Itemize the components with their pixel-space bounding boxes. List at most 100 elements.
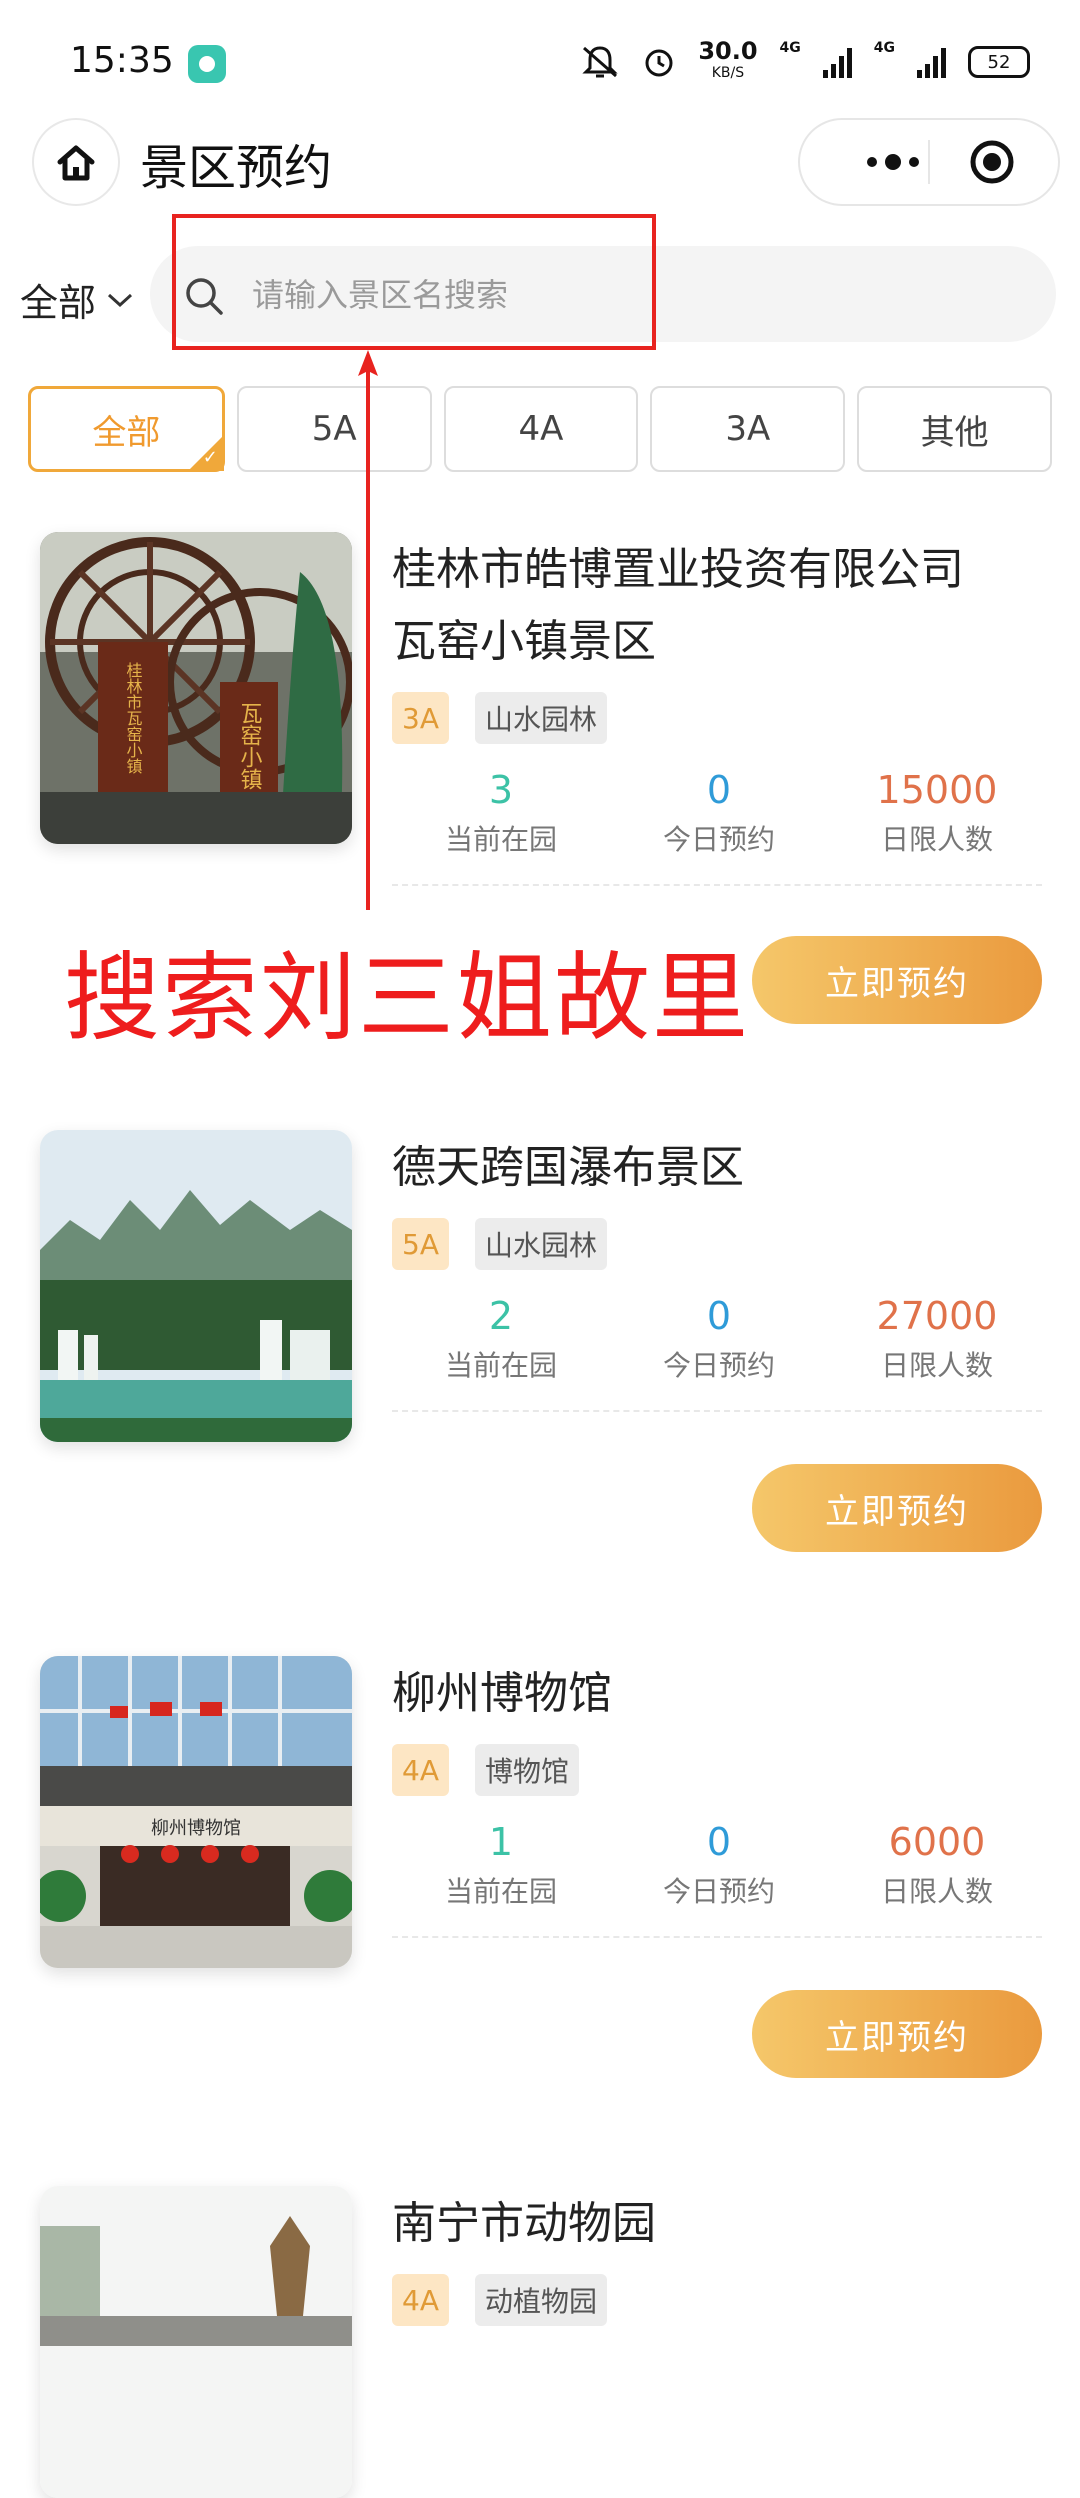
network-speed-unit: KB/S bbox=[711, 65, 745, 81]
stat-today: 0 今日预约 bbox=[610, 762, 828, 862]
status-icons: 30.0 KB/S 4G 4G 52 bbox=[580, 39, 1030, 84]
stat-label: 当前在园 bbox=[444, 1875, 557, 1908]
stat-value: 27000 bbox=[876, 1294, 998, 1338]
level-badge: 4A bbox=[392, 1744, 449, 1796]
type-badge: 动植物园 bbox=[474, 2274, 607, 2326]
stat-label: 日限人数 bbox=[880, 1875, 993, 1908]
level-badge: 5A bbox=[392, 1218, 449, 1270]
scenic-tags: 4A 动植物园 bbox=[392, 2274, 1048, 2326]
scenic-stats: 3 当前在园 0 今日预约 15000 日限人数 bbox=[392, 762, 1048, 862]
stat-value: 3 bbox=[488, 768, 514, 812]
museum-sign-text: 柳州博物馆 bbox=[151, 1818, 241, 1839]
annotation-text: 搜索刘三姐故里 bbox=[64, 942, 750, 1054]
zoo-image bbox=[40, 2186, 352, 2498]
stat-value: 0 bbox=[706, 1820, 732, 1864]
tab-all[interactable]: 全部 ✓ bbox=[28, 386, 225, 472]
scenic-stats: 1 当前在园 0 今日预约 6000 日限人数 bbox=[392, 1814, 1048, 1914]
divider bbox=[392, 884, 1042, 886]
battery-icon: 52 bbox=[968, 46, 1030, 78]
tab-other[interactable]: 其他 bbox=[857, 386, 1052, 472]
mute-bell-icon bbox=[582, 46, 618, 78]
tab-4a[interactable]: 4A bbox=[443, 386, 639, 472]
network-speed: 30.0 KB/S bbox=[698, 39, 757, 84]
scenic-thumbnail: 柳州博物馆 bbox=[40, 1656, 352, 1968]
stat-value: 1 bbox=[488, 1820, 514, 1864]
stat-in-park: 3 当前在园 bbox=[392, 762, 610, 862]
wheel-sign-text-1: 桂林市瓦窑小镇 bbox=[124, 662, 143, 774]
app-notification-icon bbox=[188, 45, 226, 83]
checkmark-icon: ✓ bbox=[202, 447, 218, 468]
stat-value: 6000 bbox=[888, 1820, 986, 1864]
tab-label: 4A bbox=[518, 409, 564, 449]
home-icon bbox=[57, 145, 95, 181]
level-badge: 3A bbox=[392, 692, 449, 744]
scenic-info: 桂林市皓博置业投资有限公司 瓦窑小镇景区 3A 山水园林 3 当前在园 0 今日预约… bbox=[392, 532, 1048, 886]
capsule-divider bbox=[928, 140, 930, 184]
category-select[interactable]: 全部 bbox=[20, 272, 134, 327]
stat-value: 0 bbox=[706, 768, 732, 812]
stat-label: 当前在园 bbox=[444, 1349, 557, 1382]
scenic-stats: 2 当前在园 0 今日预约 27000 日限人数 bbox=[392, 1288, 1048, 1388]
scenic-info: 南宁市动物园 4A 动植物园 bbox=[392, 2186, 1048, 2326]
stat-label: 今日预约 bbox=[662, 1875, 775, 1908]
scenic-info: 德天跨国瀑布景区 5A 山水园林 2 当前在园 0 今日预约 27000 日限人数 bbox=[392, 1130, 1048, 1412]
close-program-icon[interactable] bbox=[970, 140, 1014, 184]
waterwheel-image: 桂林市瓦窑小镇 瓦窑小镇 bbox=[40, 532, 352, 844]
stat-label: 当前在园 bbox=[444, 823, 557, 856]
network-type-2: 4G bbox=[873, 40, 895, 56]
annotation-arrow-icon bbox=[358, 350, 378, 910]
stat-today: 0 今日预约 bbox=[610, 1288, 828, 1388]
stat-limit: 6000 日限人数 bbox=[828, 1814, 1046, 1914]
book-now-button[interactable]: 立即预约 bbox=[752, 1990, 1042, 2078]
stat-limit: 27000 日限人数 bbox=[828, 1288, 1046, 1388]
page-title: 景区预约 bbox=[140, 140, 333, 196]
divider bbox=[392, 1410, 1042, 1412]
scenic-name: 南宁市动物园 bbox=[392, 2198, 656, 2249]
type-badge: 山水园林 bbox=[474, 692, 607, 744]
tab-5a[interactable]: 5A bbox=[236, 386, 432, 472]
tab-label: 其他 bbox=[920, 412, 989, 453]
book-now-button[interactable]: 立即预约 bbox=[752, 936, 1042, 1024]
scenic-name-line: 瓦窑小镇景区 bbox=[392, 616, 656, 667]
scenic-tags: 3A 山水园林 bbox=[392, 692, 1048, 744]
stat-in-park: 2 当前在园 bbox=[392, 1288, 610, 1388]
stat-value: 2 bbox=[488, 1294, 514, 1338]
status-bar: 15:35 30.0 KB/S 4G 4G 52 bbox=[0, 0, 1080, 130]
book-now-button[interactable]: 立即预约 bbox=[752, 1464, 1042, 1552]
stat-label: 日限人数 bbox=[880, 823, 993, 856]
scenic-thumbnail bbox=[40, 2186, 352, 2498]
tab-3a[interactable]: 3A bbox=[650, 386, 846, 472]
mini-program-capsule bbox=[798, 118, 1060, 206]
tab-label: 全部 bbox=[92, 412, 161, 453]
stat-label: 日限人数 bbox=[880, 1349, 993, 1382]
alarm-icon bbox=[645, 49, 673, 77]
type-badge: 山水园林 bbox=[474, 1218, 607, 1270]
level-badge: 4A bbox=[392, 2274, 449, 2326]
scenic-name: 德天跨国瀑布景区 bbox=[392, 1142, 744, 1193]
stat-label: 今日预约 bbox=[662, 823, 775, 856]
chevron-down-icon bbox=[108, 293, 133, 307]
stat-value: 0 bbox=[706, 1294, 732, 1338]
scenic-info: 柳州博物馆 4A 博物馆 1 当前在园 0 今日预约 6000 日限人数 bbox=[392, 1656, 1048, 1938]
scenic-name: 柳州博物馆 bbox=[392, 1668, 612, 1719]
stat-value: 15000 bbox=[876, 768, 998, 812]
divider bbox=[392, 1936, 1042, 1938]
scenic-thumbnail: 桂林市瓦窑小镇 瓦窑小镇 bbox=[40, 532, 352, 844]
waterfall-image bbox=[40, 1130, 352, 1442]
home-button[interactable] bbox=[32, 118, 120, 206]
scenic-tags: 4A 博物馆 bbox=[392, 1744, 1048, 1796]
signal-icon-1 bbox=[822, 46, 852, 78]
status-time: 15:35 bbox=[70, 40, 174, 81]
wheel-sign-text-2: 瓦窑小镇 bbox=[237, 702, 263, 790]
stat-label: 今日预约 bbox=[662, 1349, 775, 1382]
stat-in-park: 1 当前在园 bbox=[392, 1814, 610, 1914]
tab-label: 5A bbox=[311, 409, 357, 449]
network-type-1: 4G bbox=[779, 40, 801, 56]
stat-limit: 15000 日限人数 bbox=[828, 762, 1046, 862]
scenic-thumbnail bbox=[40, 1130, 352, 1442]
scenic-tags: 5A 山水园林 bbox=[392, 1218, 1048, 1270]
scenic-name-line: 桂林市皓博置业投资有限公司 bbox=[392, 544, 964, 595]
stat-today: 0 今日预约 bbox=[610, 1814, 828, 1914]
more-button[interactable] bbox=[838, 120, 948, 204]
type-badge: 博物馆 bbox=[474, 1744, 579, 1796]
